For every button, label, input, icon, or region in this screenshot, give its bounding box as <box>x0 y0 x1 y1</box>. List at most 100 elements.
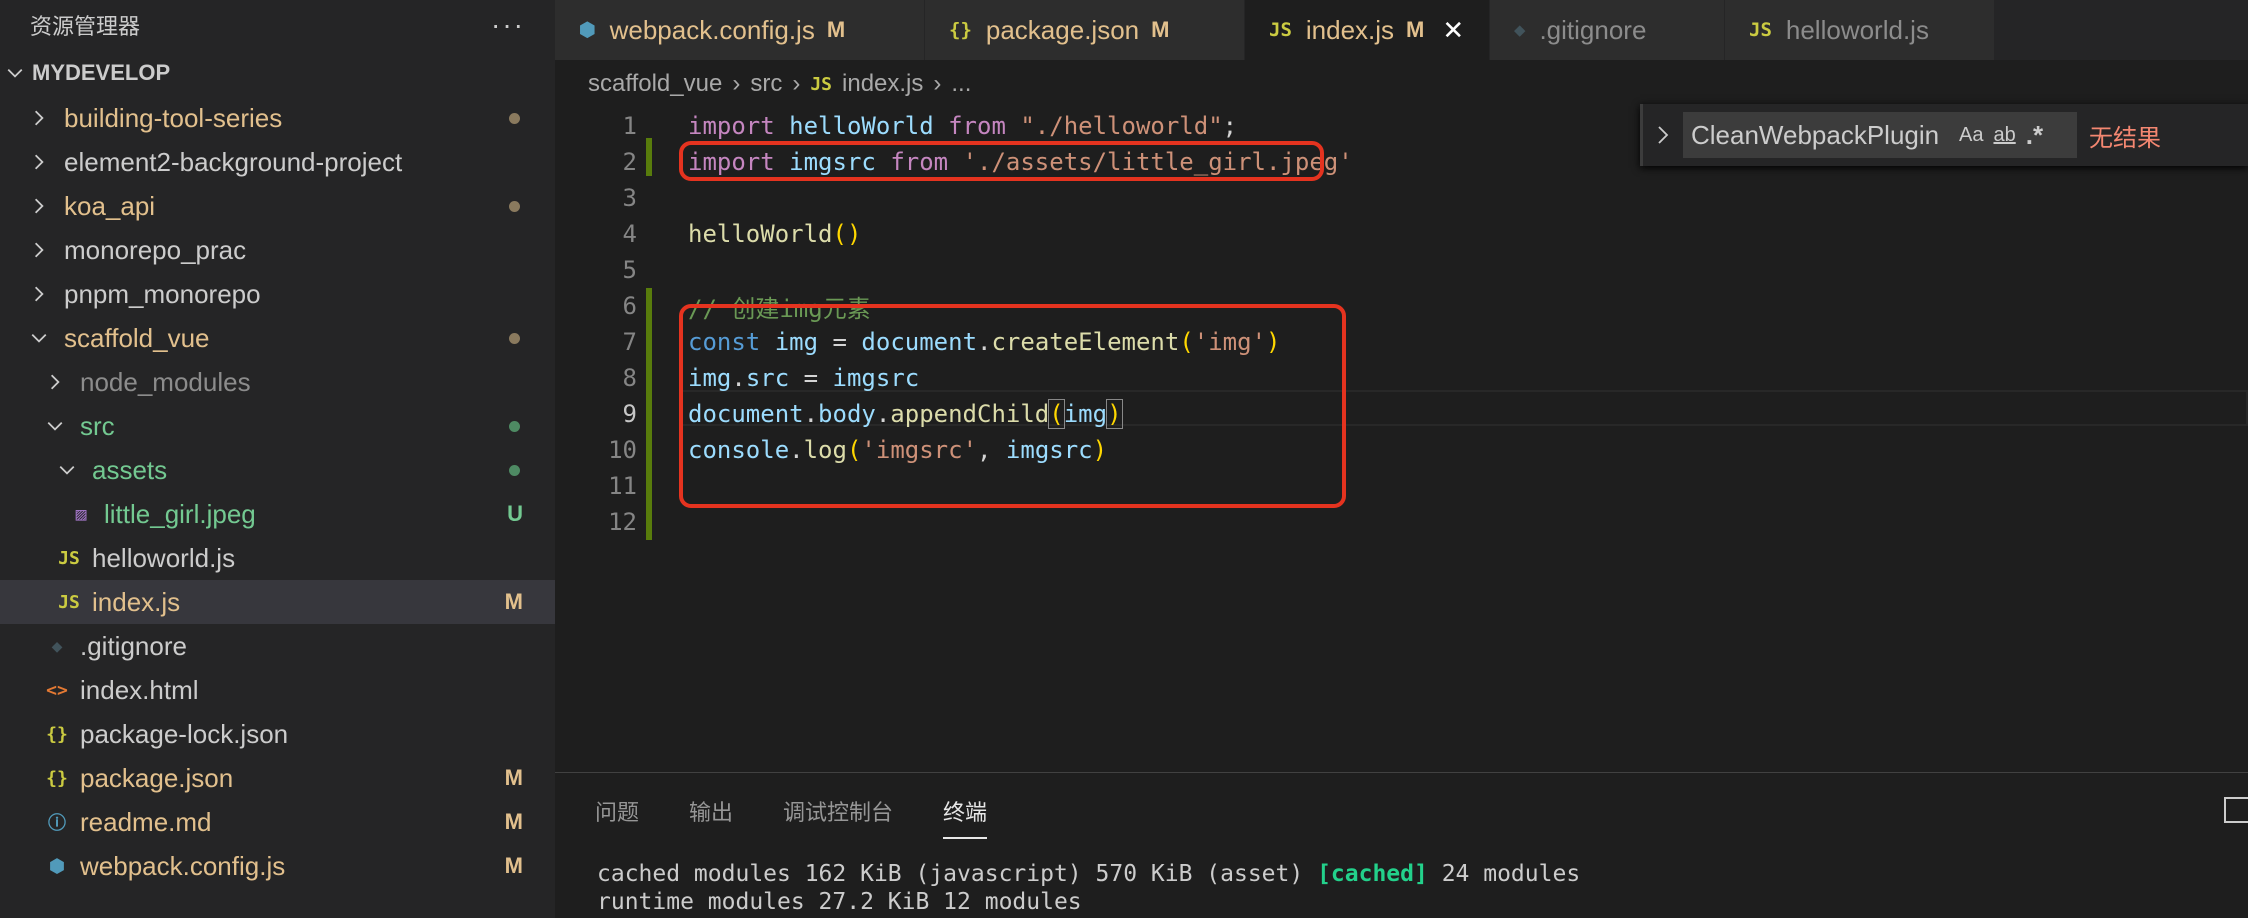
code-text: import helloWorld from "./helloworld"; <box>688 112 1237 140</box>
tab-webpack-config-js[interactable]: ⬢ webpack.config.js M <box>555 0 925 60</box>
code-token: () <box>832 220 862 248</box>
bottom-panel: 问题 输出 调试控制台 终端 cached modules 162 KiB (j… <box>555 772 2248 918</box>
find-result-text: 无结果 <box>2089 124 2161 152</box>
find-input-value[interactable]: CleanWebpackPlugin <box>1691 120 1949 151</box>
js-icon: JS <box>810 73 833 95</box>
breadcrumb-item-src[interactable]: src <box>750 70 782 98</box>
git-status-dot <box>509 332 520 344</box>
tab-package-json[interactable]: {} package.json M <box>925 0 1245 60</box>
tree-item-building-tool-series[interactable]: building-tool-series <box>0 96 555 140</box>
panel-tab-debug-console[interactable]: 调试控制台 <box>783 795 893 839</box>
annotation-box-create-img <box>679 304 1346 508</box>
webpack-icon: ⬢ <box>579 19 596 41</box>
chevron-right-icon <box>28 151 50 173</box>
tree-item-helloworld-js[interactable]: JS helloworld.js <box>0 536 555 580</box>
match-case-button[interactable]: Aa <box>1959 124 1983 147</box>
tab-index-js[interactable]: JS index.js M ✕ <box>1245 0 1490 60</box>
line-number: 12 <box>608 508 637 536</box>
code-token: "./helloworld" <box>1020 112 1223 140</box>
tree-item-element2-background-project[interactable]: element2-background-project <box>0 140 555 184</box>
panel-tab-terminal[interactable]: 终端 <box>943 795 988 839</box>
git-status-badge: M <box>504 809 523 834</box>
panel-tab-problems[interactable]: 问题 <box>595 795 639 839</box>
tab-gitignore[interactable]: ◆ .gitignore <box>1490 0 1725 60</box>
code-token: helloWorld <box>688 220 833 248</box>
code-line: 12 <box>555 504 2248 540</box>
explorer-title: 资源管理器 <box>30 14 141 39</box>
tree-item-label: element2-background-project <box>64 146 403 177</box>
tree-item-package-lock-json[interactable]: {} package-lock.json <box>0 712 555 756</box>
tree-item-koa-api[interactable]: koa_api <box>0 184 555 228</box>
tree-item-scaffold-vue[interactable]: scaffold_vue <box>0 316 555 360</box>
line-number: 1 <box>622 112 637 140</box>
chevron-down-icon <box>4 62 26 84</box>
tree-item-monorepo-prac[interactable]: monorepo_prac <box>0 228 555 272</box>
chevron-right-icon <box>1658 126 1669 144</box>
tree-item-node-modules[interactable]: node_modules <box>0 360 555 404</box>
tree-item-index-js[interactable]: JS index.js M <box>0 580 555 624</box>
tree-item-assets[interactable]: assets <box>0 448 555 492</box>
tab-label: package.json <box>985 14 1140 45</box>
tree-item-gitignore[interactable]: ◆ .gitignore <box>0 624 555 668</box>
tab-label: index.js <box>1305 14 1395 45</box>
js-icon: JS <box>58 591 80 613</box>
code-text: helloWorld() <box>688 220 861 248</box>
tree-item-readme-md[interactable]: ⓘ readme.md M <box>0 800 555 844</box>
tree-item-label: koa_api <box>64 190 156 221</box>
chevron-down-icon <box>56 459 78 481</box>
tree-item-label: readme.md <box>80 806 212 837</box>
tab-label: helloworld.js <box>1785 14 1929 45</box>
git-status-dot <box>509 420 520 432</box>
tree-item-label: scaffold_vue <box>64 322 210 353</box>
find-input[interactable]: CleanWebpackPlugin Aa ab .* <box>1683 112 2077 158</box>
more-actions-icon[interactable]: ··· <box>491 9 525 41</box>
git-status-badge: M <box>504 765 523 790</box>
js-icon: JS <box>1749 19 1772 41</box>
code-editor[interactable]: 1 import helloWorld from "./helloworld"; 2… <box>555 104 2248 772</box>
tree-item-label: monorepo_prac <box>64 234 247 265</box>
breadcrumb-item-symbols[interactable]: ... <box>951 70 971 98</box>
chevron-right-icon <box>28 239 50 261</box>
workspace-root[interactable]: MYDEVELOP <box>0 50 555 96</box>
webpack-icon: ⬢ <box>49 855 65 877</box>
regex-button[interactable]: .* <box>2026 120 2043 151</box>
tree-item-webpack-config-js[interactable]: ⬢ webpack.config.js M <box>0 844 555 888</box>
maximize-panel-icon[interactable] <box>2224 797 2248 823</box>
git-icon: ◆ <box>1514 19 1526 41</box>
line-number: 2 <box>622 148 637 176</box>
tree-item-label: helloworld.js <box>92 542 236 573</box>
tree-item-little-girl-jpeg[interactable]: ▨ little_girl.jpeg U <box>0 492 555 536</box>
breadcrumb-item-scaffold-vue[interactable]: scaffold_vue <box>588 70 722 98</box>
tab-helloworld-js[interactable]: JS helloworld.js <box>1725 0 1995 60</box>
tree-item-label: package.json <box>80 762 234 793</box>
info-icon: ⓘ <box>48 813 66 834</box>
js-icon: JS <box>58 547 80 569</box>
git-status-dot <box>509 464 520 476</box>
line-number: 4 <box>622 220 637 248</box>
terminal-text: cached modules 162 KiB (javascript) 570 … <box>597 861 1318 887</box>
git-status-badge: M <box>504 853 523 878</box>
breadcrumb-separator: › <box>732 70 741 97</box>
tree-item-index-html[interactable]: <> index.html <box>0 668 555 712</box>
image-icon: ▨ <box>75 503 87 525</box>
close-icon[interactable]: ✕ <box>1442 15 1464 46</box>
explorer-sidebar: 资源管理器 ··· MYDEVELOP building-tool-series… <box>0 0 555 918</box>
tree-item-src[interactable]: src <box>0 404 555 448</box>
chevron-right-icon <box>28 283 50 305</box>
tree-item-pnpm-monorepo[interactable]: pnpm_monorepo <box>0 272 555 316</box>
breadcrumb-item-index-js[interactable]: index.js <box>842 70 923 98</box>
code-token: helloWorld <box>789 112 934 140</box>
tree-item-package-json[interactable]: {} package.json M <box>0 756 555 800</box>
panel-tab-output[interactable]: 输出 <box>689 795 733 839</box>
terminal-cached-tag: [cached] <box>1317 861 1428 887</box>
find-widget: CleanWebpackPlugin Aa ab .* 无结果 <box>1640 104 2248 166</box>
git-status-dot <box>509 112 520 124</box>
annotation-box-import <box>679 141 1324 181</box>
chevron-right-icon <box>28 107 50 129</box>
tree-item-label: package-lock.json <box>80 718 289 749</box>
whole-word-button[interactable]: ab <box>1993 124 2015 147</box>
explorer-header: 资源管理器 ··· <box>0 0 555 50</box>
toggle-replace-button[interactable] <box>1643 124 1683 146</box>
